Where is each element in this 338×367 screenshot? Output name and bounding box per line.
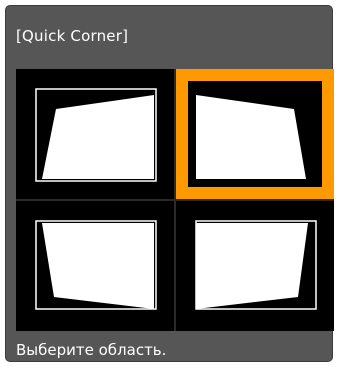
quick-corner-dialog: [Quick Corner] Выберите область. bbox=[5, 5, 334, 362]
status-message: Выберите область. bbox=[16, 341, 167, 359]
corner-option-bottom-left[interactable] bbox=[16, 201, 174, 331]
corner-selection-grid bbox=[16, 69, 334, 331]
keystone-top-right-icon bbox=[188, 81, 322, 187]
corner-option-bottom-right[interactable] bbox=[176, 201, 334, 331]
dialog-title: [Quick Corner] bbox=[16, 27, 129, 45]
corner-option-top-right[interactable] bbox=[176, 69, 334, 199]
grid-divider-horizontal bbox=[16, 199, 334, 201]
keystone-top-left-icon bbox=[35, 88, 157, 182]
keystone-bottom-right-icon bbox=[195, 220, 317, 310]
keystone-bottom-left-icon bbox=[35, 220, 157, 310]
corner-option-top-left[interactable] bbox=[16, 69, 174, 199]
